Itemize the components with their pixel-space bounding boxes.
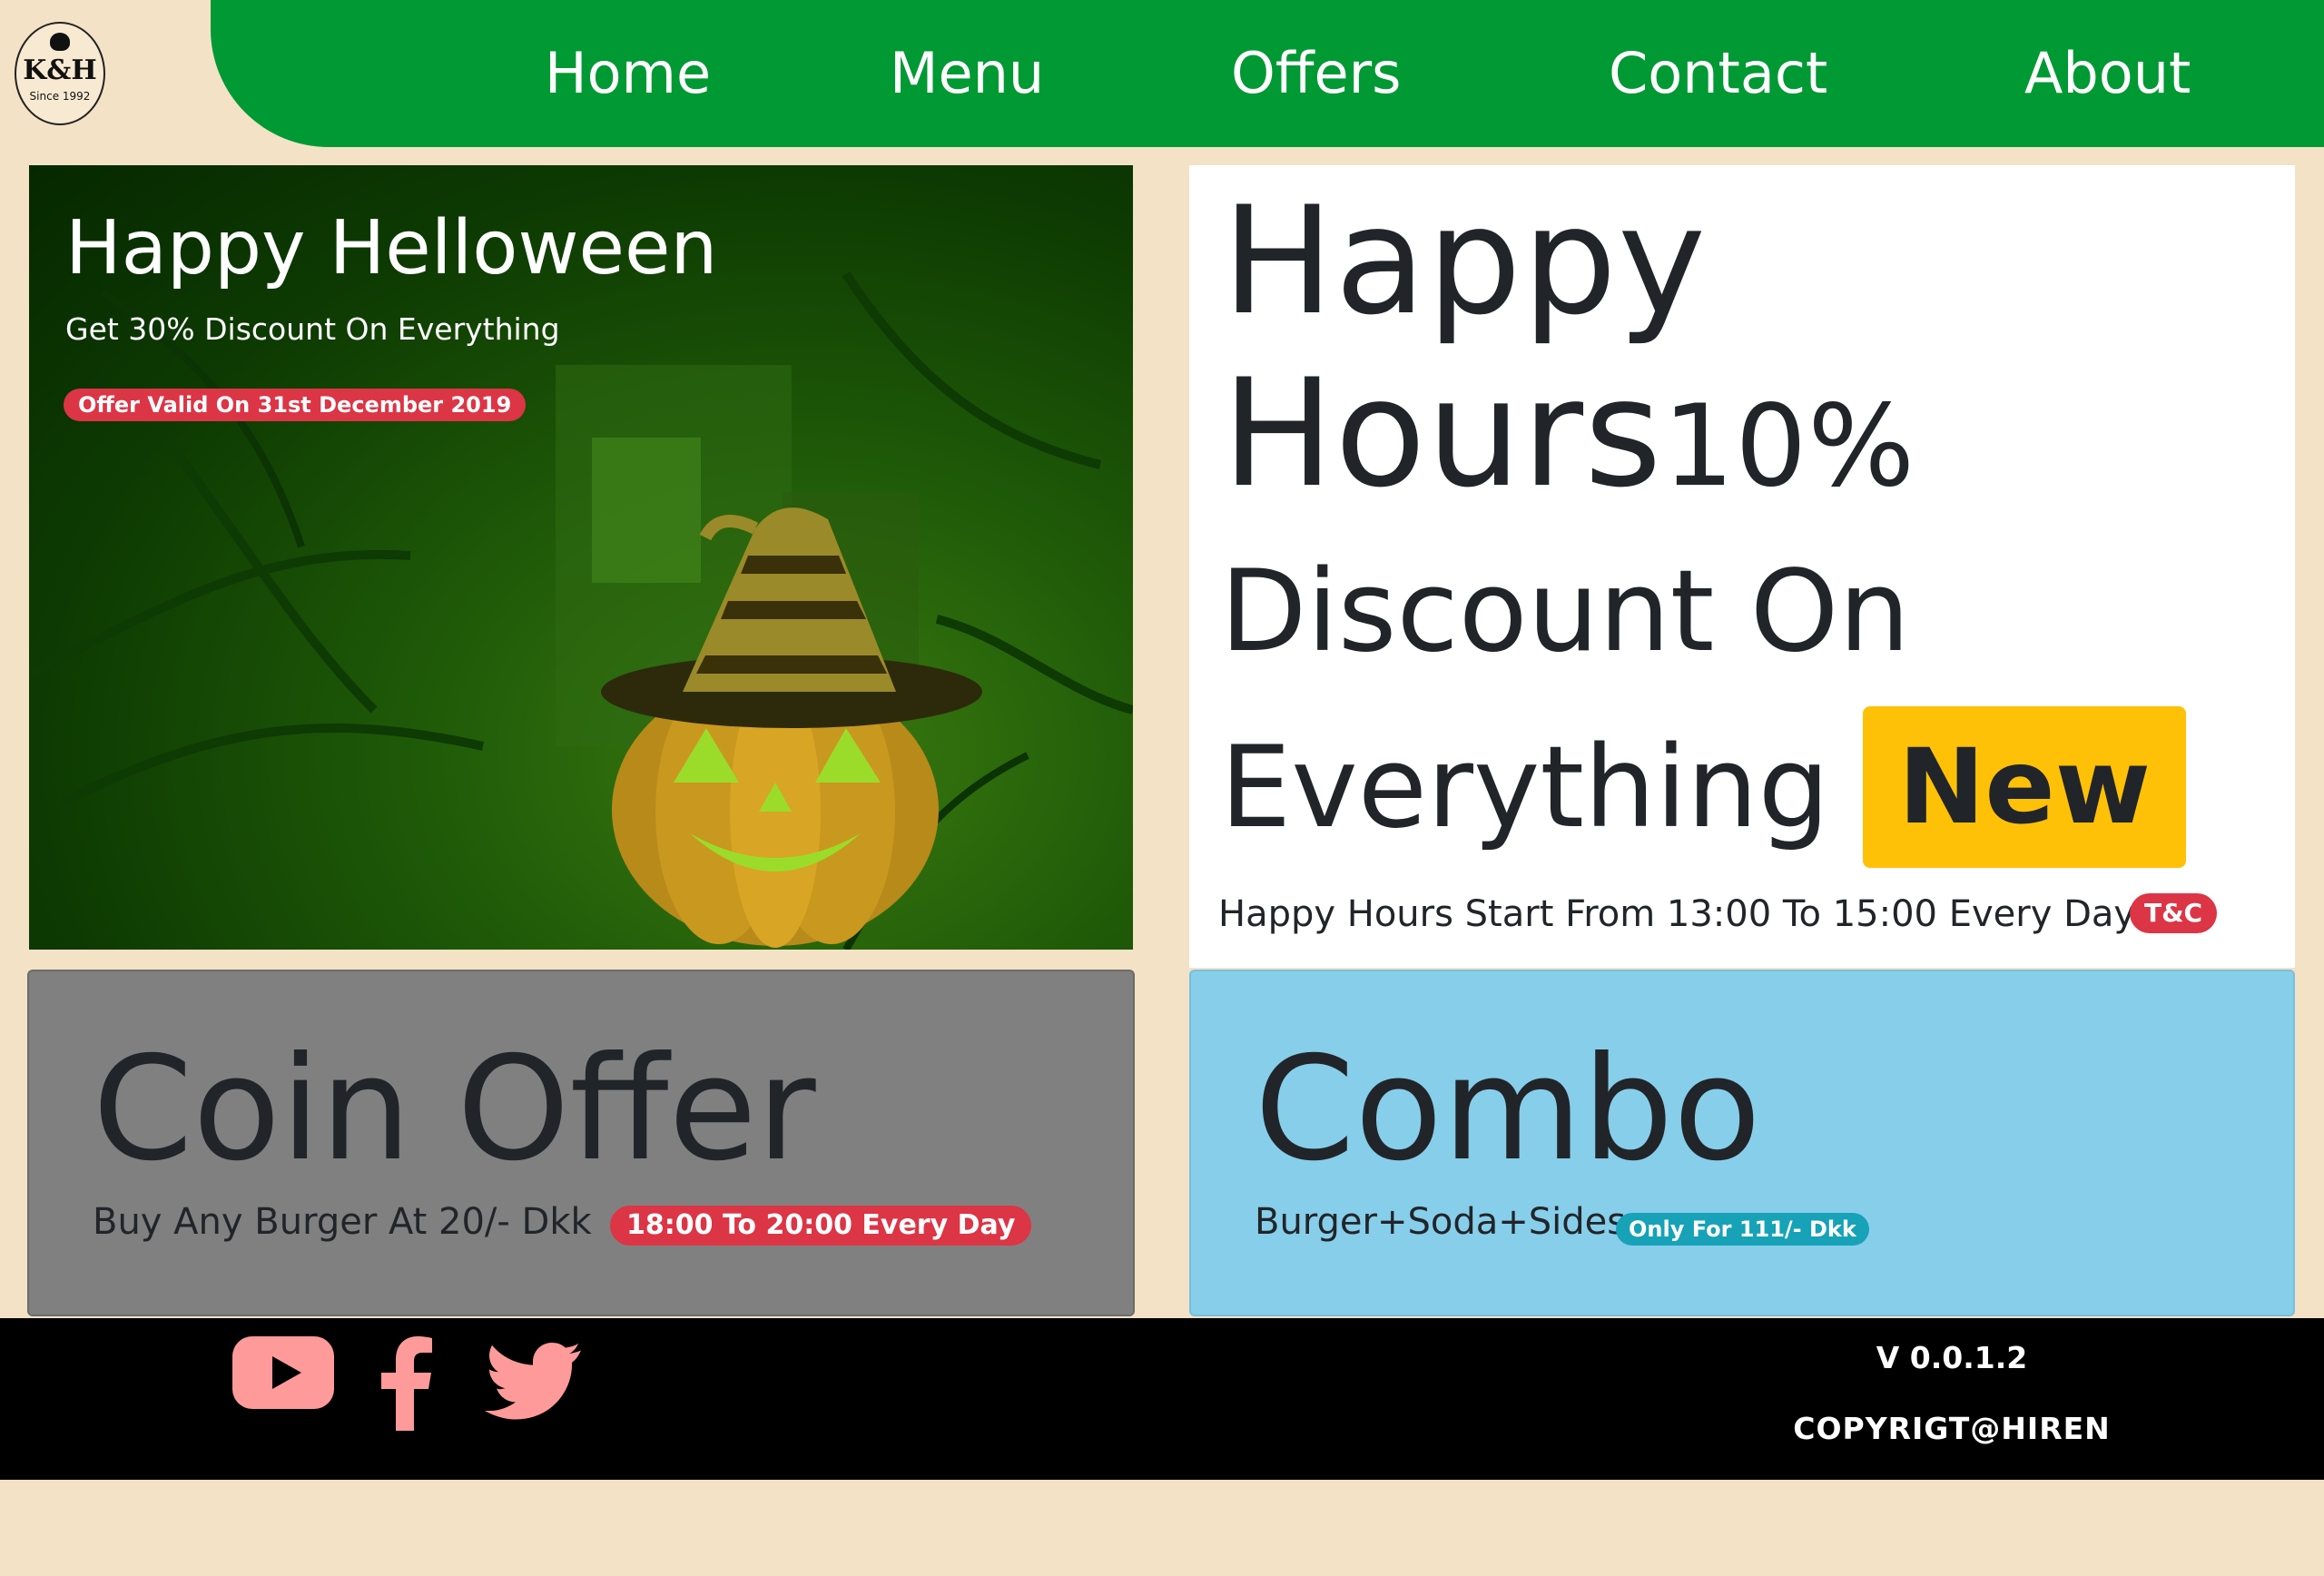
coin-offer-time-badge: 18:00 To 20:00 Every Day bbox=[610, 1206, 1032, 1246]
nav-item-home[interactable]: Home bbox=[545, 36, 711, 111]
happy-hours-line3: Discount On bbox=[1220, 547, 1910, 677]
tc-badge[interactable]: T&C bbox=[2130, 893, 2218, 933]
footer: V 0.0.1.2 COPYRIGT@HIREN bbox=[0, 1318, 2324, 1480]
happy-hours-percent: 10% bbox=[1662, 381, 1916, 512]
facebook-icon[interactable] bbox=[381, 1336, 432, 1431]
youtube-icon[interactable] bbox=[232, 1336, 334, 1409]
combo-detail: Burger+Soda+Sides bbox=[1255, 1201, 1627, 1243]
nav-item-contact[interactable]: Contact bbox=[1609, 36, 1827, 111]
top-navbar: Home Menu Offers Contact About bbox=[211, 0, 2324, 147]
coin-offer-card[interactable]: Coin Offer Buy Any Burger At 20/- Dkk 18… bbox=[27, 970, 1135, 1316]
brand-logo[interactable]: K&H Since 1992 bbox=[15, 22, 105, 125]
happy-hours-line2: Hours10% bbox=[1222, 347, 1915, 534]
coin-offer-title: Coin Offer bbox=[93, 1026, 816, 1193]
twitter-icon[interactable] bbox=[485, 1342, 581, 1420]
nav-item-offers[interactable]: Offers bbox=[1231, 36, 1401, 111]
logo-head-icon bbox=[50, 33, 70, 51]
happy-hours-title-word: Hours bbox=[1222, 347, 1663, 520]
happy-hours-card[interactable]: Happy Hours10% Discount On Everything Ne… bbox=[1189, 165, 2295, 968]
combo-title: Combo bbox=[1255, 1026, 1761, 1193]
nav-item-menu[interactable]: Menu bbox=[890, 36, 1044, 111]
halloween-offer-card[interactable]: Happy Helloween Get 30% Discount On Ever… bbox=[29, 165, 1133, 950]
combo-price-badge: Only For 111/- Dkk bbox=[1616, 1213, 1869, 1246]
combo-offer-card[interactable]: Combo Burger+Soda+Sides Only For 111/- D… bbox=[1189, 970, 2295, 1316]
new-badge: New bbox=[1863, 706, 2186, 868]
happy-hours-detail: Happy Hours Start From 13:00 To 15:00 Ev… bbox=[1218, 893, 2136, 935]
happy-hours-line4: Everything bbox=[1220, 723, 1830, 853]
halloween-title: Happy Helloween bbox=[65, 205, 718, 291]
logo-monogram: K&H bbox=[23, 54, 97, 86]
nav-item-about[interactable]: About bbox=[2024, 36, 2191, 111]
happy-hours-line1: Happy bbox=[1222, 174, 1708, 348]
halloween-valid-badge: Offer Valid On 31st December 2019 bbox=[64, 389, 527, 421]
logo-since: Since 1992 bbox=[29, 90, 91, 103]
coin-offer-detail: Buy Any Burger At 20/- Dkk bbox=[93, 1201, 592, 1243]
copyright-text: COPYRIGT@HIREN bbox=[1793, 1411, 2111, 1446]
app-version: V 0.0.1.2 bbox=[1876, 1340, 2028, 1375]
halloween-subtitle: Get 30% Discount On Everything bbox=[65, 311, 560, 347]
